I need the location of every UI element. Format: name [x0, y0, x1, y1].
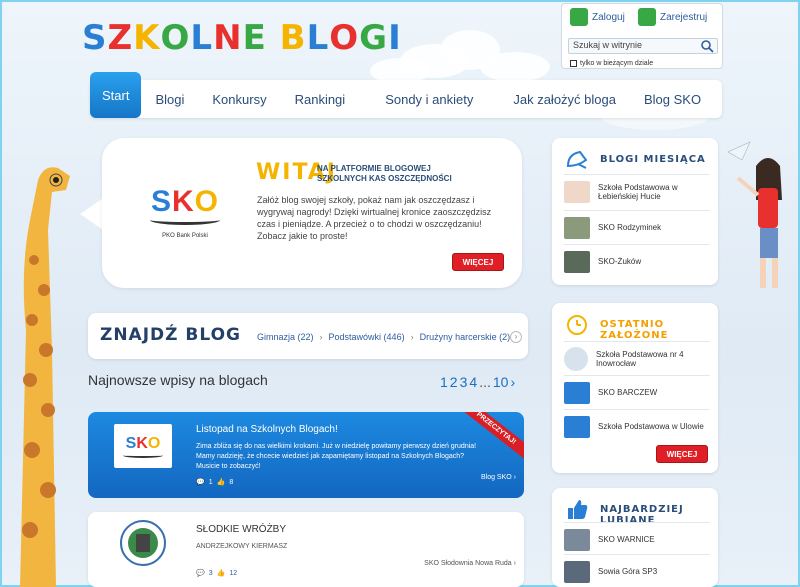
main-nav: Start Blogi Konkursy Rankingi Sondy i ankiet…	[90, 72, 722, 118]
logo-letter: N	[213, 18, 243, 58]
thumbs-up-icon	[568, 500, 588, 519]
like-icon: 👍	[216, 570, 226, 577]
find-blog-bar: ZNAJDŹ BLOG Gimnazja (22) › Podstawówki (4…	[88, 313, 528, 359]
post-excerpt: ANDRZEJKOWY KIERMASZ	[196, 543, 288, 550]
page-link[interactable]: 2	[450, 374, 458, 390]
logo-letter: K	[133, 18, 161, 58]
logo-letter: L	[306, 18, 330, 58]
post-meta: 💬 3 👍 12	[196, 569, 238, 578]
pagination: 1 2 3 4... 10 ›	[440, 374, 515, 390]
logo-letter: I	[388, 18, 402, 58]
login-icon	[570, 8, 588, 26]
next-page-icon[interactable]: ›	[510, 374, 515, 390]
user-panel: Zaloguj Zarejestruj Szukaj w witrynie ty…	[561, 3, 723, 69]
post-thumbnail: SKO	[114, 424, 172, 468]
find-blog-link[interactable]: Podstawówki (446)	[329, 332, 405, 342]
site-logo[interactable]: SZKOLNE BLOGI	[82, 18, 402, 58]
sidebar-blog-item[interactable]: SKO-Żuków	[564, 244, 710, 278]
logo-letter: O	[160, 18, 191, 58]
nav-item-jak-za-o-y-bloga[interactable]: Jak założyć bloga	[487, 80, 630, 118]
featured-post[interactable]: SKO Listopad na Szkolnych Blogach! Zima …	[88, 412, 524, 498]
sidebar-blog-item[interactable]: Szkoła Podstawowa nr 4 Inowrocław	[564, 341, 710, 375]
welcome-text: Załóż blog swojej szkoły, pokaż nam jak …	[257, 195, 492, 241]
find-blog-links: Gimnazja (22) › Podstawówki (446) › Drużyny …	[257, 332, 510, 342]
post-card[interactable]: SŁODKIE WRÓŻBY ANDRZEJKOWY KIERMASZ 💬 3 👍…	[88, 512, 524, 587]
register-link[interactable]: Zarejestruj	[638, 8, 707, 26]
page-link[interactable]: 3	[460, 374, 468, 390]
sidebar-blog-item[interactable]: SKO BARCZEW	[564, 375, 710, 409]
latest-posts-title: Najnowsze wpisy na blogach	[88, 372, 268, 388]
welcome-more-button[interactable]: WIĘCEJ	[452, 253, 504, 271]
comment-icon: 💬	[196, 479, 205, 486]
logo-letter: B	[279, 18, 307, 58]
post-source-link[interactable]: Blog SKO ›	[481, 474, 516, 481]
post-source-link[interactable]: SKO Słodownia Nowa Ruda ›	[424, 560, 516, 567]
find-blog-link[interactable]: Gimnazja (22)	[257, 332, 314, 342]
recent-more-button[interactable]: WIĘCEJ	[656, 445, 708, 463]
post-excerpt: Zima zbliża się do nas wielkimi krokami.…	[196, 443, 477, 470]
find-blog-link[interactable]: Drużyny harcerskie (2)	[420, 332, 511, 342]
nav-item-sondy-i-ankiety[interactable]: Sondy i ankiety	[359, 80, 487, 118]
login-link[interactable]: Zaloguj	[570, 8, 625, 26]
nav-item-start[interactable]: Start	[90, 72, 142, 118]
clock-icon	[567, 315, 587, 335]
search-scope-checkbox[interactable]: tylko w bieżącym dziale	[570, 60, 653, 67]
most-liked-card: NAJBARDZIEJ LUBIANE SKO WARNICE Sowia Gó…	[552, 488, 718, 587]
find-blog-title: ZNAJDŹ BLOG	[100, 325, 241, 345]
find-blog-arrow-icon[interactable]: ›	[510, 331, 522, 343]
page-link[interactable]: 4	[469, 374, 477, 390]
register-icon	[638, 8, 656, 26]
logo-letter: G	[359, 18, 389, 58]
logo-letter: S	[82, 18, 108, 58]
giraffe-illustration	[20, 167, 70, 587]
like-icon: 👍	[216, 479, 226, 486]
nav-item-blog-sko[interactable]: Blog SKO	[630, 80, 715, 118]
sidebar-blog-item[interactable]: SKO WARNICE	[564, 522, 710, 556]
sidebar-blog-item[interactable]: SKO Rodzyminek	[564, 210, 710, 244]
nav-item-rankingi[interactable]: Rankingi	[281, 80, 360, 118]
page-link[interactable]: 10	[493, 374, 509, 390]
sko-logo: SKO PKO Bank Polski	[150, 185, 220, 239]
nav-item-konkursy[interactable]: Konkursy	[198, 80, 280, 118]
page-link: ...	[479, 374, 491, 390]
recent-blogs-card: OSTATNIO ZAŁOŻONE Szkoła Podstawowa nr 4…	[552, 303, 718, 473]
sidebar-blog-item[interactable]: Sowia Góra SP3	[564, 554, 710, 587]
girl-illustration	[728, 141, 782, 288]
logo-letter: Z	[107, 18, 134, 58]
logo-letter	[267, 18, 280, 58]
welcome-subtitle: NA PLATFORMIE BLOGOWEJ SZKOLNYCH KAS OSZ…	[317, 164, 452, 183]
lamp-icon	[566, 150, 588, 169]
search-input[interactable]: Szukaj w witrynie	[568, 38, 718, 54]
logo-letter: L	[190, 18, 214, 58]
post-title[interactable]: Listopad na Szkolnych Blogach!	[196, 424, 338, 435]
sidebar-blog-item[interactable]: Szkoła Podstawowa w Łebieńskiej Hucie	[564, 174, 710, 208]
separator-icon: ›	[319, 332, 323, 342]
logo-letter: E	[242, 18, 267, 58]
post-title[interactable]: SŁODKIE WRÓŻBY	[196, 524, 286, 535]
recent-blogs-title: OSTATNIO ZAŁOŻONE	[600, 319, 669, 341]
nav-item-blogi[interactable]: Blogi	[141, 80, 198, 118]
comment-icon: 💬	[196, 570, 205, 577]
blogs-of-month-title: BLOGI MIESIĄCA	[600, 154, 706, 165]
blogs-of-month-card: BLOGI MIESIĄCA Szkoła Podstawowa w Łebie…	[552, 138, 718, 285]
checkbox-icon	[570, 60, 577, 67]
post-meta: 💬 1 👍 8	[196, 478, 234, 487]
sidebar-blog-item[interactable]: Szkoła Podstawowa w Ulowie	[564, 409, 710, 443]
page-link[interactable]: 1	[440, 374, 448, 390]
post-thumbnail	[120, 520, 166, 566]
logo-letter: O	[329, 18, 360, 58]
search-icon[interactable]	[700, 39, 714, 53]
separator-icon: ›	[410, 332, 414, 342]
cloud-decoration	[480, 52, 550, 82]
